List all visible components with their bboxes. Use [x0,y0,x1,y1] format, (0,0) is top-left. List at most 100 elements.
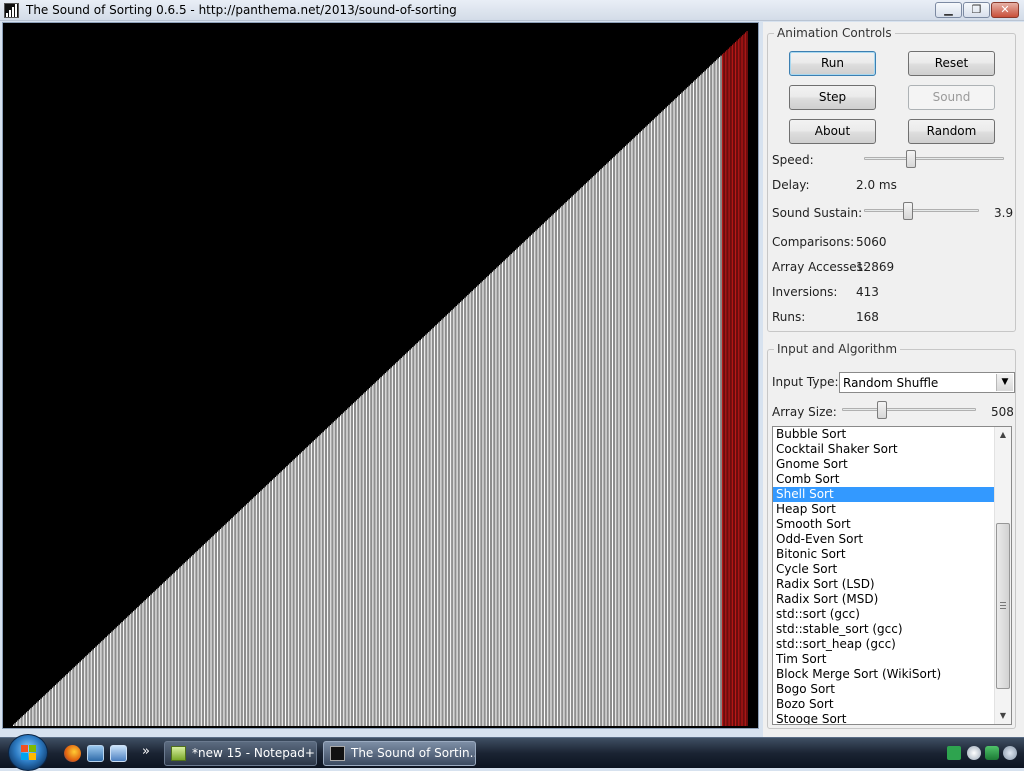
speed-slider-thumb[interactable] [906,150,916,168]
title-bar[interactable]: The Sound of Sorting 0.6.5 - http://pant… [0,0,1024,21]
scrollbar-thumb[interactable] [996,523,1010,689]
algorithm-item[interactable]: Heap Sort [773,502,995,517]
array-bar [79,661,81,726]
algorithm-item[interactable]: std::sort (gcc) [773,607,995,622]
array-bar [542,223,544,726]
array-bar [400,357,402,726]
array-bar [34,704,36,726]
array-bar [415,344,417,726]
array-bar [578,189,580,726]
array-accesses-label: Array Accesses: [772,260,867,274]
array-bar [390,367,392,726]
network-icon[interactable] [985,746,999,760]
array-bar [363,393,365,726]
step-button[interactable]: Step [789,85,876,110]
input-type-select[interactable]: Random Shuffle ▼ [839,372,1015,393]
taskbar-item-notepad[interactable]: *new 15 - Notepad++ [164,741,317,766]
firefox-icon[interactable] [64,745,81,762]
array-bar [745,32,747,727]
array-bar [60,679,62,726]
about-button[interactable]: About [789,119,876,144]
array-bar [75,665,77,726]
array-bar [263,487,265,726]
minimize-button[interactable]: ▁ [935,2,962,18]
speed-slider-track [864,157,1004,160]
array-bar [170,575,172,726]
algorithm-list-scrollbar[interactable]: ▲ ▼ [994,427,1011,724]
array-bar [671,102,673,726]
array-size-slider-thumb[interactable] [877,401,887,419]
algorithm-item[interactable]: Block Merge Sort (WikiSort) [773,667,995,682]
array-bar [448,312,450,726]
array-bar [245,504,247,726]
maximize-button[interactable]: ❐ [963,2,990,18]
array-bar [379,378,381,726]
chevron-down-icon[interactable]: ▼ [996,374,1013,391]
array-bar [91,650,93,726]
array-bar [368,388,370,726]
algorithm-item[interactable]: Shell Sort [773,487,995,502]
algorithm-item[interactable]: Bogo Sort [773,682,995,697]
speed-slider[interactable] [864,148,1004,170]
messenger-icon[interactable] [967,746,981,760]
array-bar [121,622,123,726]
array-bar [50,689,52,726]
algorithm-item[interactable]: Tim Sort [773,652,995,667]
array-bar [642,129,644,726]
array-bar [625,145,627,727]
algorithm-item[interactable]: Cocktail Shaker Sort [773,442,995,457]
algorithm-item[interactable]: Bozo Sort [773,697,995,712]
algorithm-item[interactable]: Odd-Even Sort [773,532,995,547]
array-bar [27,710,29,726]
array-bar [162,583,164,726]
array-size-slider[interactable] [842,399,976,421]
sound-sustain-slider[interactable] [864,200,979,222]
array-bar [337,418,339,726]
array-bar [662,110,664,727]
array-bar [387,370,389,726]
array-bar [568,199,570,726]
algorithm-list[interactable]: Bubble Sort Cocktail Shaker Sort Gnome Sor… [772,426,1012,725]
algorithm-item[interactable]: Bitonic Sort [773,547,995,562]
array-bar [156,589,158,726]
array-bar [701,73,703,726]
algorithm-item[interactable]: std::stable_sort (gcc) [773,622,995,637]
array-bar [629,141,631,726]
scroll-up-button[interactable]: ▲ [995,427,1011,443]
algorithm-item[interactable]: Comb Sort [773,472,995,487]
algorithm-item[interactable]: Smooth Sort [773,517,995,532]
run-button[interactable]: Run [789,51,876,76]
switch-windows-icon[interactable] [110,745,127,762]
algorithm-item[interactable]: std::sort_heap (gcc) [773,637,995,652]
algorithm-item[interactable]: Stooge Sort [773,712,995,724]
array-bar [522,243,524,726]
algorithm-item[interactable]: Cycle Sort [773,562,995,577]
taskbar-item-sound-of-sorting[interactable]: The Sound of Sortin... [323,741,476,766]
scroll-down-button[interactable]: ▼ [995,708,1011,724]
array-bar [700,74,702,726]
algorithm-item[interactable]: Gnome Sort [773,457,995,472]
sound-sustain-label: Sound Sustain: [772,206,863,220]
sound-button[interactable]: Sound [908,85,995,110]
algorithm-item[interactable]: Bubble Sort [773,427,995,442]
array-bar [703,72,705,727]
array-bar [319,434,321,726]
algorithm-item[interactable]: Radix Sort (LSD) [773,577,995,592]
start-button[interactable] [8,734,48,771]
array-bar [218,530,220,726]
algorithm-item[interactable]: Radix Sort (MSD) [773,592,995,607]
show-desktop-icon[interactable] [87,745,104,762]
input-method-icon[interactable] [947,746,961,760]
array-bar [717,58,719,727]
close-button[interactable]: ✕ [991,2,1019,18]
reset-button[interactable]: Reset [908,51,995,76]
volume-icon[interactable] [1003,746,1017,760]
array-bar [623,147,625,726]
array-bar [447,314,449,726]
array-bar [665,107,667,727]
sound-sustain-slider-thumb[interactable] [903,202,913,220]
array-bar [241,508,243,726]
quick-launch-more-icon[interactable]: » [142,744,150,759]
array-bar [358,397,360,726]
random-button[interactable]: Random [908,119,995,144]
